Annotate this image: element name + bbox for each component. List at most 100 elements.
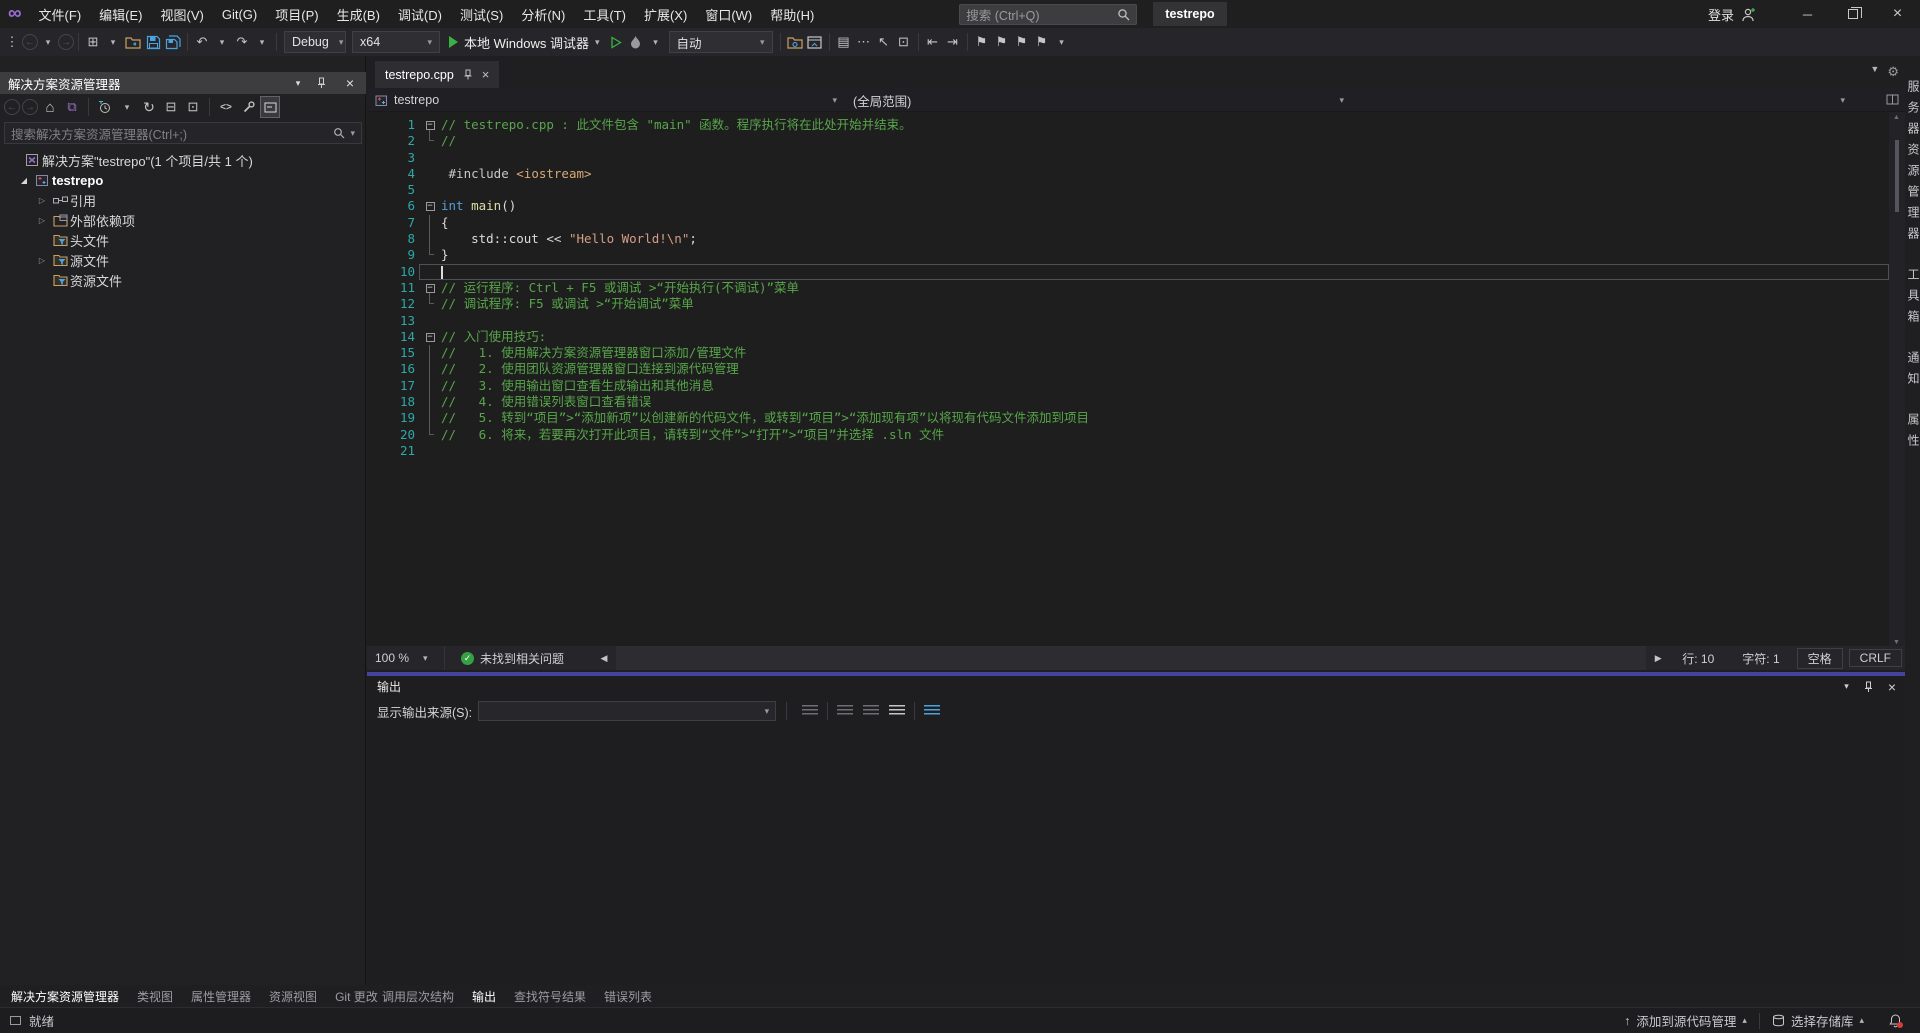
select-repository-button[interactable]: 选择存储库 ▴ (1760, 1008, 1876, 1033)
left-panel-tab[interactable]: 属性管理器 (182, 985, 260, 1007)
collapse-all-button[interactable]: ⊟ (161, 96, 181, 118)
hot-reload-mode-select[interactable]: 自动 ▾ (669, 31, 773, 53)
sign-in-button[interactable]: 登录 (1708, 5, 1757, 24)
menu-item[interactable]: 生成(B) (328, 0, 389, 28)
eol-toggle[interactable]: CRLF (1849, 649, 1902, 667)
start-without-debugging-button[interactable] (606, 31, 626, 53)
view-code-button[interactable]: <> (216, 96, 236, 118)
tree-expander[interactable]: ▷ (34, 216, 50, 225)
close-panel-icon[interactable]: × (342, 75, 358, 91)
next-bookmark-button[interactable]: ⚑ (1012, 31, 1032, 53)
right-tool-window-tab[interactable]: 服务器资源管理器 (1905, 80, 1920, 248)
scroll-right-arrow[interactable]: ▶ (1648, 647, 1668, 669)
clear-bookmarks-button[interactable]: ⚑ (1032, 31, 1052, 53)
menu-item[interactable]: 工具(T) (574, 0, 635, 28)
attach-to-process-button[interactable] (785, 31, 805, 53)
split-window-icon[interactable] (1886, 94, 1899, 105)
add-to-source-control-button[interactable]: ↑ 添加到源代码管理 ▴ (1612, 1008, 1759, 1033)
select-tool-button[interactable]: ↖ (874, 31, 894, 53)
toolbar-overflow-button[interactable]: ▾ (1052, 31, 1072, 53)
save-all-button[interactable] (163, 31, 183, 53)
refresh-button[interactable]: ↻ (139, 96, 159, 118)
health-indicator[interactable]: 未找到相关问题 (480, 650, 564, 667)
toolbar-grip[interactable]: ⋮ (2, 31, 22, 53)
output-panel-header[interactable]: 输出 ▾ × (367, 676, 1906, 697)
editor-options-gear-icon[interactable]: ⚙ (1887, 64, 1899, 80)
scrollbar-thumb[interactable] (1895, 140, 1899, 212)
tab-pin-icon[interactable] (463, 69, 473, 80)
fold-toggle[interactable]: − (426, 121, 435, 130)
tree-expander[interactable]: ◢ (16, 176, 32, 185)
left-panel-tab[interactable]: 解决方案资源管理器 (2, 985, 128, 1007)
left-panel-tab[interactable]: 类视图 (128, 985, 182, 1007)
pin-icon[interactable] (1863, 681, 1874, 693)
bottom-panel-tab[interactable]: 输出 (463, 985, 505, 1007)
hot-reload-dropdown[interactable]: ▾ (646, 31, 666, 53)
clear-all-output-button[interactable] (889, 705, 905, 717)
start-debugging-button[interactable]: 本地 Windows 调试器 ▾ (443, 31, 606, 53)
unindent-button[interactable]: ⇤ (923, 31, 943, 53)
preview-selected-items-button[interactable] (260, 96, 280, 118)
tree-expander[interactable]: ▷ (34, 256, 50, 265)
window-position-dropdown[interactable]: ▾ (290, 78, 306, 89)
menu-item[interactable]: 测试(S) (451, 0, 512, 28)
fold-toggle[interactable]: − (426, 333, 435, 342)
indent-button[interactable]: ⇥ (943, 31, 963, 53)
tab-close-icon[interactable]: × (482, 67, 490, 82)
tree-item[interactable]: ▷源文件 (0, 250, 366, 270)
menu-item[interactable]: 编辑(E) (90, 0, 151, 28)
bottom-panel-tab[interactable]: 查找符号结果 (505, 985, 595, 1007)
breakpoint-options-button[interactable]: ⋯ (854, 31, 874, 53)
left-panel-tab[interactable]: 资源视图 (260, 985, 326, 1007)
preview-window-button[interactable] (805, 31, 825, 53)
menu-item[interactable]: Git(G) (213, 0, 266, 28)
tree-item[interactable]: ▷外部依赖项 (0, 210, 366, 230)
menu-item[interactable]: 项目(P) (266, 0, 327, 28)
editor-vertical-scrollbar[interactable]: ▲ ▼ (1889, 112, 1905, 648)
code-editor[interactable]: 1−// testrepo.cpp : 此文件包含 "main" 函数。程序执行… (367, 112, 1889, 648)
solution-explorer-search-input[interactable]: 搜索解决方案资源管理器(Ctrl+;) ▾ (4, 122, 362, 144)
active-project-badge[interactable]: testrepo (1153, 2, 1226, 26)
nav-scope-dropdown[interactable]: (全局范围) ▾ (845, 88, 1352, 112)
right-tool-window-tab[interactable]: 通知 (1905, 351, 1920, 393)
right-tool-window-tab[interactable]: 属性 (1905, 413, 1920, 455)
background-tasks-icon[interactable] (10, 1016, 21, 1025)
save-button[interactable] (143, 31, 163, 53)
right-tool-window-tab[interactable]: 工具箱 (1905, 268, 1920, 331)
spaces-toggle[interactable]: 空格 (1797, 648, 1843, 669)
navigate-forward-button[interactable]: → (58, 34, 74, 50)
properties-button[interactable] (238, 96, 258, 118)
window-position-dropdown[interactable]: ▾ (1844, 681, 1849, 692)
document-tab[interactable]: testrepo.cpp × (375, 61, 499, 88)
redo-dropdown[interactable]: ▾ (252, 31, 272, 53)
toggle-word-wrap-button[interactable] (924, 705, 940, 717)
hot-reload-button[interactable] (626, 31, 646, 53)
filter-dropdown[interactable]: ▾ (117, 96, 137, 118)
menu-item[interactable]: 调试(D) (389, 0, 451, 28)
menu-item[interactable]: 文件(F) (30, 0, 91, 28)
undo-dropdown[interactable]: ▾ (212, 31, 232, 53)
goto-message-button[interactable] (802, 705, 818, 717)
nav-member-dropdown[interactable]: ▾ (1352, 88, 1853, 112)
menu-item[interactable]: 扩展(X) (635, 0, 696, 28)
solution-configuration-select[interactable]: Debug ▾ (284, 31, 346, 53)
next-message-button[interactable] (863, 705, 879, 717)
notifications-button[interactable] (1876, 1008, 1920, 1033)
tree-expander[interactable]: ▷ (34, 196, 50, 205)
tree-item[interactable]: ▷引用 (0, 190, 366, 210)
previous-bookmark-button[interactable]: ⚑ (992, 31, 1012, 53)
tree-item[interactable]: 头文件 (0, 230, 366, 250)
minimize-button[interactable]: ─ (1785, 0, 1830, 28)
quick-search-box[interactable]: 搜索 (Ctrl+Q) (959, 4, 1137, 25)
nav-project-dropdown[interactable]: testrepo ▾ (367, 88, 845, 112)
tree-item[interactable]: 解决方案"testrepo"(1 个项目/共 1 个) (0, 150, 366, 170)
output-content[interactable] (367, 725, 1906, 981)
toggle-bookmark-button[interactable]: ⚑ (972, 31, 992, 53)
scroll-up-arrow[interactable]: ▲ (1893, 114, 1900, 121)
se-forward-button[interactable]: → (22, 99, 38, 115)
close-panel-icon[interactable]: × (1888, 679, 1896, 695)
copy-parent-button[interactable]: ⊡ (894, 31, 914, 53)
bottom-panel-tab[interactable]: 调用层次结构 (373, 985, 463, 1007)
navigate-back-dropdown[interactable]: ▾ (38, 31, 58, 53)
pin-icon[interactable] (316, 77, 332, 89)
